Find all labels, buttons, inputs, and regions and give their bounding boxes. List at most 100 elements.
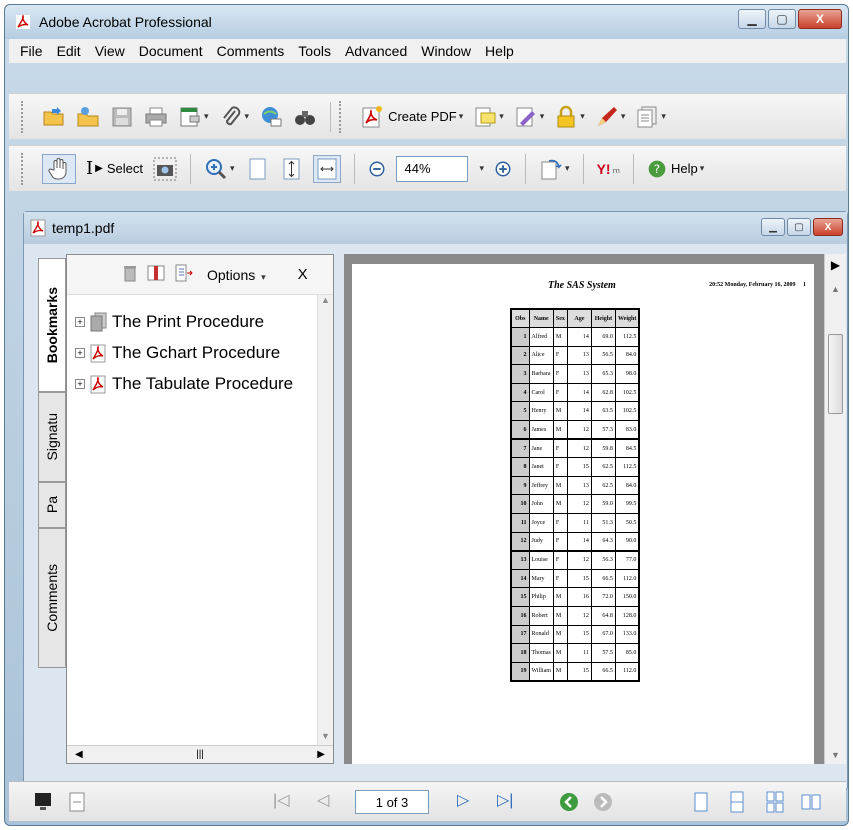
monitor-icon[interactable] — [31, 790, 55, 814]
rotate-button[interactable]: ▾ — [539, 157, 570, 181]
help-dropdown-icon[interactable]: ▾ — [700, 163, 705, 174]
attach-button[interactable]: ▾ — [219, 105, 250, 129]
close-panel-button[interactable]: X — [298, 266, 308, 283]
attach-dropdown-icon[interactable]: ▾ — [245, 111, 250, 122]
tab-signatures[interactable]: Signatu — [38, 392, 66, 482]
select-tool-button[interactable]: I ▶ Select — [86, 158, 143, 179]
scroll-thumb[interactable] — [828, 334, 843, 414]
previous-page-icon[interactable]: ◁ — [317, 790, 341, 814]
actual-size-button[interactable] — [245, 157, 269, 181]
comment-dropdown-icon[interactable]: ▾ — [499, 111, 504, 122]
create-pdf-button[interactable]: Create PDF ▾ — [360, 105, 463, 129]
new-bookmark-button[interactable] — [175, 264, 193, 285]
scroll-left-icon[interactable]: ◀ — [75, 749, 83, 760]
zoom-tool-dropdown-icon[interactable]: ▾ — [230, 163, 235, 174]
scroll-up-icon[interactable]: ▲ — [825, 284, 846, 294]
options-menu-button[interactable]: Options ▾ — [207, 267, 266, 283]
next-page-icon[interactable]: ▷ — [457, 790, 481, 814]
page-number-input[interactable]: 1 of 3 — [355, 790, 429, 814]
page-nav-arrow-icon[interactable]: ▶ — [825, 258, 846, 272]
print-button[interactable] — [144, 105, 168, 129]
menu-edit[interactable]: Edit — [50, 43, 88, 59]
doc-minimize-button[interactable]: ▁ — [761, 218, 785, 236]
toolbar-grip[interactable] — [21, 152, 27, 185]
menu-tools[interactable]: Tools — [291, 43, 338, 59]
expand-toggle-icon[interactable]: + — [75, 348, 85, 358]
menu-document[interactable]: Document — [132, 43, 210, 59]
page-layout-icon[interactable] — [65, 790, 89, 814]
zoom-out-button[interactable] — [368, 160, 386, 178]
zoom-in-tool-button[interactable]: ▾ — [204, 157, 235, 181]
document-pages-button[interactable]: ▾ — [635, 105, 666, 129]
bookmark-item-print[interactable]: + The Print Procedure — [75, 309, 333, 335]
doc-close-button[interactable]: X — [813, 218, 843, 236]
scroll-right-icon[interactable]: ▶ — [317, 749, 325, 760]
menu-help[interactable]: Help — [478, 43, 521, 59]
secure-button[interactable]: ▾ — [554, 105, 585, 129]
pages-dropdown-icon[interactable]: ▾ — [661, 111, 666, 122]
zoom-input[interactable]: 44% — [395, 155, 468, 182]
menu-advanced[interactable]: Advanced — [338, 43, 414, 59]
create-pdf-dropdown-icon[interactable]: ▾ — [459, 111, 464, 122]
zoom-in-button[interactable] — [494, 160, 512, 178]
bookmark-item-tabulate[interactable]: + The Tabulate Procedure — [75, 371, 333, 397]
scroll-down-icon[interactable]: ▼ — [318, 731, 333, 741]
doc-restore-button[interactable]: ▢ — [787, 218, 811, 236]
first-page-icon[interactable]: |◁ — [273, 790, 297, 814]
toolbar-grip[interactable] — [339, 100, 345, 133]
maximize-button[interactable]: ▢ — [768, 9, 796, 29]
sign-button[interactable]: ▾ — [514, 105, 545, 129]
scroll-up-icon[interactable]: ▲ — [318, 295, 333, 305]
fit-width-button[interactable] — [312, 154, 341, 183]
continuous-page-icon[interactable] — [725, 790, 749, 814]
single-page-icon[interactable] — [689, 790, 713, 814]
table-cell: 12 — [566, 494, 592, 515]
menu-file[interactable]: File — [13, 43, 50, 59]
hand-tool-button[interactable] — [42, 153, 76, 184]
expand-toggle-icon[interactable]: + — [75, 379, 85, 389]
bookmarks-horizontal-scrollbar[interactable]: ◀ ||| ▶ — [67, 745, 333, 763]
pen-dropdown-icon[interactable]: ▾ — [621, 111, 626, 122]
facing-page-icon[interactable] — [799, 790, 823, 814]
menu-comments[interactable]: Comments — [210, 43, 292, 59]
forms-button[interactable]: ▾ — [178, 105, 209, 129]
toolbar-grip[interactable] — [21, 100, 27, 133]
menu-view[interactable]: View — [88, 43, 132, 59]
expand-bookmark-button[interactable] — [147, 264, 165, 285]
save-button[interactable] — [110, 105, 134, 129]
delete-bookmark-button[interactable] — [123, 264, 137, 285]
tab-bookmarks[interactable]: Bookmarks — [38, 258, 66, 392]
help-button[interactable]: ? Help ▾ — [647, 159, 704, 179]
search-button[interactable] — [293, 105, 317, 129]
sign-dropdown-icon[interactable]: ▾ — [540, 111, 545, 122]
open-button[interactable] — [42, 105, 66, 129]
fit-page-button[interactable] — [279, 157, 303, 181]
last-page-icon[interactable]: ▷| — [497, 790, 521, 814]
email-button[interactable] — [259, 105, 283, 129]
close-button[interactable]: X — [798, 9, 842, 29]
continuous-facing-icon[interactable] — [763, 790, 787, 814]
secure-dropdown-icon[interactable]: ▾ — [580, 111, 585, 122]
go-forward-icon[interactable] — [591, 790, 615, 814]
panel-splitter[interactable] — [334, 254, 344, 764]
menu-window[interactable]: Window — [414, 43, 478, 59]
document-vertical-scrollbar[interactable]: ▶ ▲ ▼ — [824, 254, 846, 764]
yahoo-search-button[interactable]: Y! ₘ — [597, 161, 620, 177]
rotate-dropdown-icon[interactable]: ▾ — [565, 163, 570, 174]
bookmarks-vertical-scrollbar[interactable]: ▲ ▼ — [317, 295, 333, 745]
organizer-button[interactable] — [76, 105, 100, 129]
pen-button[interactable]: ▾ — [595, 105, 626, 129]
tab-pages[interactable]: Pa — [38, 482, 66, 528]
comment-button[interactable]: ▾ — [473, 105, 504, 129]
bookmark-item-gchart[interactable]: + The Gchart Procedure — [75, 340, 333, 366]
zoom-dropdown-button[interactable]: ▾ — [478, 163, 485, 174]
go-back-icon[interactable] — [557, 790, 581, 814]
scroll-down-icon[interactable]: ▼ — [825, 750, 846, 760]
forms-dropdown-icon[interactable]: ▾ — [204, 111, 209, 122]
tab-comments[interactable]: Comments — [38, 528, 66, 668]
minimize-button[interactable]: ▁ — [738, 9, 766, 29]
pen-icon — [597, 106, 617, 126]
snapshot-button[interactable] — [153, 157, 177, 181]
scroll-thumb-grip-icon[interactable]: ||| — [196, 749, 204, 760]
expand-toggle-icon[interactable]: + — [75, 317, 85, 327]
